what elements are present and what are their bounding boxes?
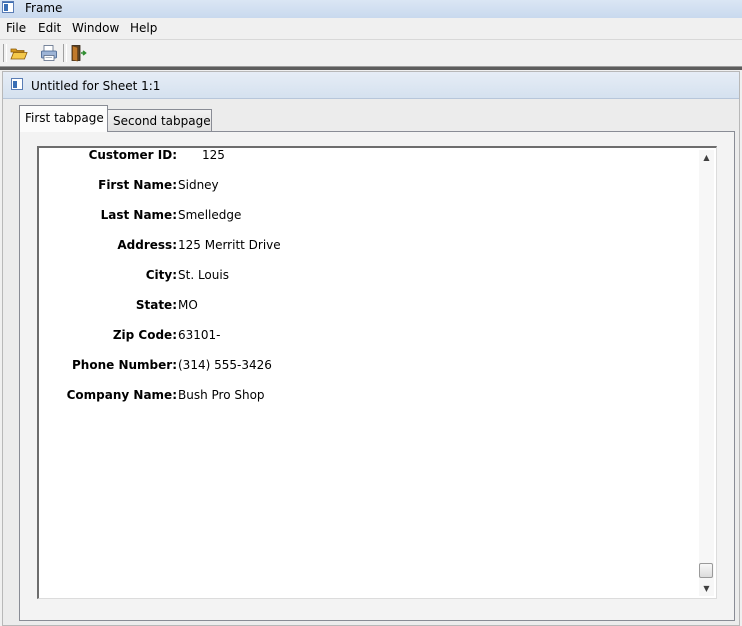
tab-panel: Customer ID: 125 First Name: Sidney Last… [19, 131, 735, 621]
tab-first[interactable]: First tabpage [19, 105, 108, 132]
form-row-city: City: St. Louis [39, 268, 699, 286]
toolbar [0, 40, 742, 67]
form-row-company: Company Name: Bush Pro Shop [39, 388, 699, 406]
menu-window[interactable]: Window [72, 21, 119, 35]
city-value[interactable]: St. Louis [178, 268, 229, 282]
menu-file[interactable]: File [6, 21, 26, 35]
form-row-last-name: Last Name: Smelledge [39, 208, 699, 226]
open-button[interactable] [9, 43, 29, 63]
menu-bar: File Edit Window Help [0, 18, 742, 40]
phone-number-value[interactable]: (314) 555-3426 [178, 358, 272, 372]
separator-band [0, 67, 742, 70]
customer-id-label: Customer ID: [88, 148, 177, 162]
form-row-address: Address: 125 Merritt Drive [39, 238, 699, 256]
last-name-value[interactable]: Smelledge [178, 208, 241, 222]
city-label: City: [145, 268, 177, 282]
form-row-state: State: MO [39, 298, 699, 316]
document-titlebar[interactable]: Untitled for Sheet 1:1 [3, 72, 739, 99]
address-label: Address: [117, 238, 177, 252]
zip-code-value[interactable]: 63101- [178, 328, 221, 342]
company-name-value[interactable]: Bush Pro Shop [178, 388, 265, 402]
toolbar-grip[interactable] [3, 44, 7, 62]
form-row-phone: Phone Number: (314) 555-3426 [39, 358, 699, 376]
tab-second[interactable]: Second tabpage [108, 109, 212, 132]
document-title: Untitled for Sheet 1:1 [31, 79, 161, 93]
address-value[interactable]: 125 Merritt Drive [178, 238, 281, 252]
form-row-customer-id: Customer ID: 125 [39, 148, 699, 166]
menu-edit[interactable]: Edit [38, 21, 61, 35]
zip-code-label: Zip Code: [112, 328, 177, 342]
scroll-down-icon[interactable]: ▼ [699, 581, 714, 596]
window-title: Frame [25, 1, 63, 15]
window-titlebar[interactable]: Frame [0, 0, 742, 19]
toolbar-separator [63, 44, 67, 62]
open-folder-icon [10, 48, 28, 60]
last-name-label: Last Name: [100, 208, 177, 222]
first-name-value[interactable]: Sidney [178, 178, 219, 192]
document-window: Untitled for Sheet 1:1 First tabpage Sec… [2, 71, 740, 626]
app-icon [2, 1, 14, 13]
first-name-label: First Name: [98, 178, 177, 192]
exit-button[interactable] [69, 43, 89, 63]
form-row-first-name: First Name: Sidney [39, 178, 699, 196]
scroll-thumb[interactable] [699, 563, 713, 578]
form-row-zip: Zip Code: 63101- [39, 328, 699, 346]
phone-number-label: Phone Number: [72, 358, 177, 372]
customer-id-value[interactable]: 125 [202, 148, 225, 162]
state-label: State: [135, 298, 177, 312]
print-button[interactable] [39, 43, 59, 63]
vertical-scrollbar[interactable]: ▲ ▼ [699, 150, 714, 596]
print-icon [41, 45, 57, 61]
company-name-label: Company Name: [66, 388, 177, 402]
document-icon [11, 78, 23, 90]
menu-help[interactable]: Help [130, 21, 157, 35]
form-area: Customer ID: 125 First Name: Sidney Last… [37, 146, 717, 599]
scroll-up-icon[interactable]: ▲ [699, 150, 714, 165]
state-value[interactable]: MO [178, 298, 198, 312]
exit-door-icon [71, 45, 87, 62]
